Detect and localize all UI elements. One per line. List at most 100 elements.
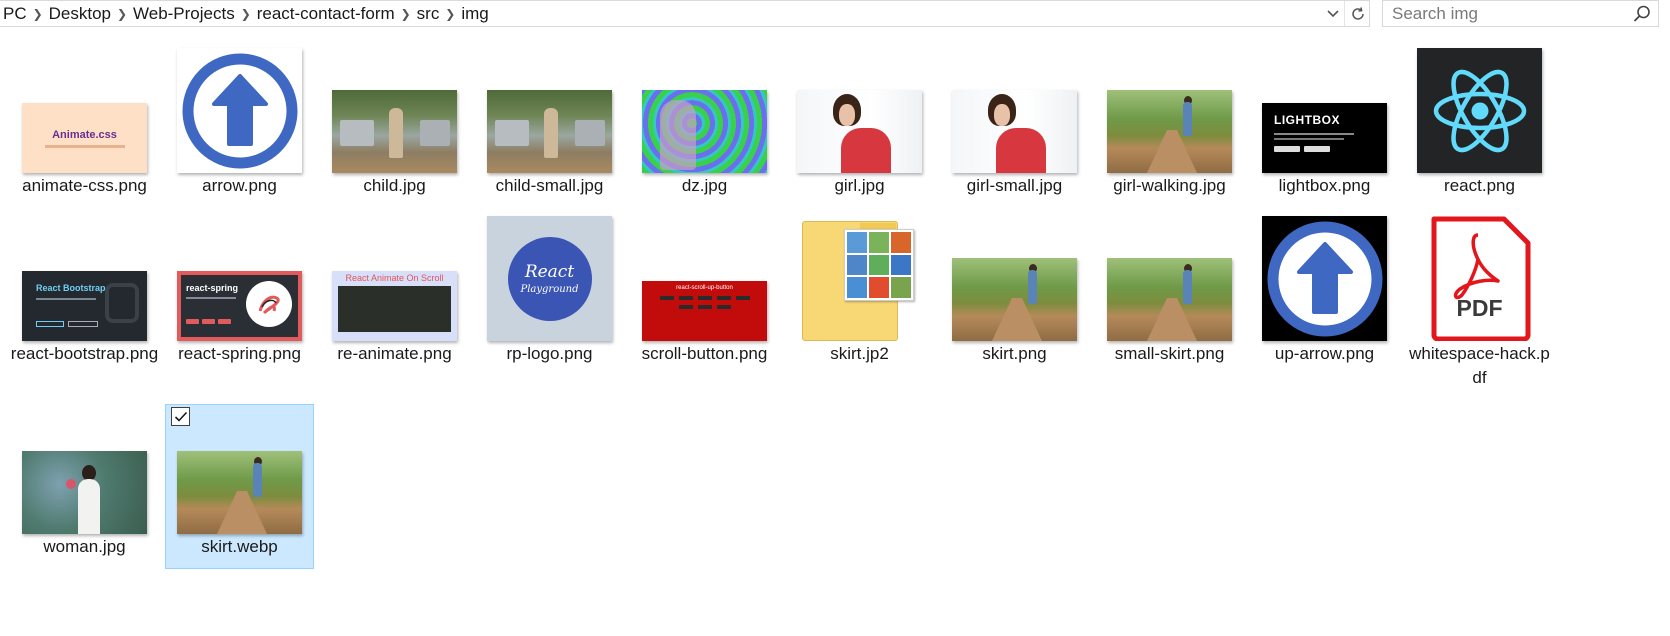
breadcrumb-img[interactable]: img: [461, 4, 488, 24]
file-item[interactable]: Animate.css animate-css.png: [10, 43, 159, 213]
search-icon[interactable]: [1632, 4, 1652, 24]
thumbnail: [785, 211, 934, 341]
animate-css-thumbnail: Animate.css: [22, 103, 147, 173]
breadcrumb-desktop[interactable]: Desktop: [49, 4, 111, 24]
file-name: react-spring.png: [178, 344, 301, 363]
photo-thumbnail: [952, 90, 1077, 173]
chevron-right-icon[interactable]: ❯: [235, 7, 257, 21]
file-item[interactable]: woman.jpg: [10, 404, 159, 569]
thumbnail: [475, 43, 624, 173]
file-name: girl-small.jpg: [966, 176, 1063, 195]
thumbnail: LIGHTBOX: [1250, 43, 1399, 173]
thumbnail: [1405, 43, 1554, 173]
file-item[interactable]: girl-walking.jpg: [1095, 43, 1244, 213]
file-item[interactable]: child.jpg: [320, 43, 469, 213]
file-grid: Animate.css animate-css.png arrow.png ch…: [0, 27, 1670, 636]
file-name: whitespace-hack.pdf: [1409, 344, 1550, 387]
file-item[interactable]: arrow.png: [165, 43, 314, 213]
file-item[interactable]: skirt.png: [940, 211, 1089, 381]
file-item[interactable]: React Bootstrap react-bootstrap.png: [10, 211, 159, 401]
photo-thumbnail: [177, 451, 302, 534]
thumbnail: [940, 43, 1089, 173]
file-item[interactable]: child-small.jpg: [475, 43, 624, 213]
thumbnail: Animate.css: [10, 43, 159, 173]
file-name: re-animate.png: [337, 344, 452, 363]
chevron-right-icon[interactable]: ❯: [439, 7, 461, 21]
file-name: girl-walking.jpg: [1113, 176, 1226, 195]
address-bar[interactable]: PC ❯ Desktop ❯ Web-Projects ❯ react-cont…: [0, 0, 1370, 27]
search-input[interactable]: [1383, 1, 1623, 26]
file-item[interactable]: react-scroll-up-button scroll-button.png: [630, 211, 779, 381]
file-name: small-skirt.png: [1114, 344, 1225, 363]
arrow-up-icon: [1262, 216, 1387, 341]
file-name: skirt.jp2: [830, 344, 889, 363]
file-name: child-small.jpg: [495, 176, 604, 195]
file-item[interactable]: react-spring react-spring.png: [165, 211, 314, 381]
file-name: scroll-button.png: [641, 344, 768, 363]
file-name: animate-css.png: [22, 176, 147, 195]
photo-thumbnail: [1107, 258, 1232, 341]
photo-thumbnail: [332, 90, 457, 173]
thumbnail: React Bootstrap: [10, 211, 159, 341]
file-item[interactable]: React Animate On Scroll re-animate.png: [320, 211, 469, 381]
chevron-right-icon[interactable]: ❯: [27, 7, 49, 21]
file-name: react.png: [1444, 176, 1515, 195]
thumbnail: [320, 43, 469, 173]
thumbnail: [785, 43, 934, 173]
file-item[interactable]: dz.jpg: [630, 43, 779, 213]
breadcrumb-pc[interactable]: PC: [3, 4, 27, 24]
thumbnail: [630, 43, 779, 173]
scroll-button-thumbnail: react-scroll-up-button: [642, 281, 767, 341]
thumbnail: [1095, 211, 1244, 341]
search-box: [1382, 0, 1659, 27]
refresh-icon[interactable]: [1344, 1, 1370, 26]
breadcrumb: PC ❯ Desktop ❯ Web-Projects ❯ react-cont…: [3, 1, 489, 26]
react-spring-thumbnail: react-spring: [177, 271, 302, 341]
file-item[interactable]: girl-small.jpg: [940, 43, 1089, 213]
breadcrumb-src[interactable]: src: [417, 4, 440, 24]
file-name: lightbox.png: [1278, 176, 1371, 195]
file-name: skirt.png: [982, 344, 1047, 363]
selection-checkbox[interactable]: [171, 407, 190, 426]
photo-thumbnail: [22, 451, 147, 534]
breadcrumb-react-contact-form[interactable]: react-contact-form: [257, 4, 395, 24]
thumbnail: react-scroll-up-button: [630, 211, 779, 341]
file-item[interactable]: small-skirt.png: [1095, 211, 1244, 381]
chevron-right-icon[interactable]: ❯: [111, 7, 133, 21]
react-bootstrap-thumbnail: React Bootstrap: [22, 271, 147, 341]
file-name: girl.jpg: [834, 176, 885, 195]
thumbnail: [1250, 211, 1399, 341]
react-playground-logo-thumbnail: React Playground: [487, 216, 612, 341]
file-item[interactable]: PDF whitespace-hack.pdf: [1405, 211, 1554, 401]
file-item-selected[interactable]: skirt.webp: [165, 404, 314, 569]
file-item[interactable]: LIGHTBOX lightbox.png: [1250, 43, 1399, 213]
file-item[interactable]: skirt.jp2: [785, 211, 934, 381]
photo-thumbnail: [797, 90, 922, 173]
photo-thumbnail: [1107, 90, 1232, 173]
photo-thumbnail: [952, 258, 1077, 341]
file-name: child.jpg: [363, 176, 426, 195]
file-name: arrow.png: [202, 176, 277, 195]
photo-thumbnail: [487, 90, 612, 173]
arrow-up-icon: [177, 48, 302, 173]
re-animate-thumbnail: React Animate On Scroll: [332, 271, 457, 341]
file-name: react-bootstrap.png: [10, 344, 159, 363]
file-item[interactable]: react.png: [1405, 43, 1554, 213]
thumbnail: PDF: [1405, 211, 1554, 342]
file-item[interactable]: up-arrow.png: [1250, 211, 1399, 381]
photo-thumbnail: [642, 90, 767, 173]
file-name: rp-logo.png: [506, 344, 593, 363]
file-item[interactable]: React Playground rp-logo.png: [475, 211, 624, 381]
chevron-right-icon[interactable]: ❯: [395, 7, 417, 21]
react-logo-icon: [1417, 48, 1542, 173]
breadcrumb-web-projects[interactable]: Web-Projects: [133, 4, 235, 24]
file-name: up-arrow.png: [1274, 344, 1375, 363]
file-name: woman.jpg: [43, 537, 126, 556]
thumbnail: React Playground: [475, 211, 624, 341]
address-dropdown-icon[interactable]: [1322, 1, 1344, 26]
thumbnail: react-spring: [165, 211, 314, 341]
folder-pictures-icon: [801, 221, 914, 341]
thumbnail: [940, 211, 1089, 341]
file-name: skirt.webp: [201, 537, 278, 556]
file-item[interactable]: girl.jpg: [785, 43, 934, 213]
